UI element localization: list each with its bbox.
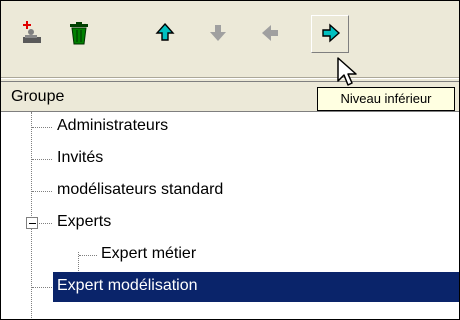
column-header-label: Groupe [11,88,65,105]
group-tree[interactable]: Groupe Administrateurs Invités modélisat… [1,81,459,319]
arrow-right-icon [322,23,341,43]
tree-item-label: Experts [57,213,112,230]
tree-item-label: Invités [57,149,104,166]
tree-branch-line [32,191,52,192]
add-user-button[interactable] [13,15,51,53]
arrow-down-icon [210,25,226,41]
tree-branch-line [79,255,97,256]
add-user-icon [23,21,41,43]
mouse-cursor-icon [337,57,357,86]
tree-item-expert-modelisation[interactable]: Expert modélisation [1,272,459,302]
minus-icon [29,223,36,224]
move-down-button[interactable] [199,15,237,53]
arrow-up-icon [155,22,175,41]
tree-item-modelisateurs-standard[interactable]: modélisateurs standard [1,176,459,206]
move-up-button[interactable] [146,15,184,53]
tree-item-administrateurs[interactable]: Administrateurs [1,112,459,142]
tree-branch-line [32,127,52,128]
window: Groupe Administrateurs Invités modélisat… [0,0,460,320]
tooltip: Niveau inférieur [317,87,455,111]
arrow-left-icon [262,25,278,41]
tree-branch-line [32,287,52,288]
tree-item-label: Expert modélisation [57,277,198,294]
tree-branch-line [32,159,52,160]
tree-branch-line [39,223,52,224]
tree-item-experts[interactable]: Experts [1,208,459,238]
collapse-toggle[interactable] [26,217,38,229]
trash-icon [70,22,88,45]
move-right-button[interactable] [311,15,349,53]
toolbar [1,1,459,77]
tree-item-label: Administrateurs [57,117,169,134]
tree-item-label: modélisateurs standard [57,181,224,198]
move-left-button[interactable] [252,15,290,53]
tree-item-invites[interactable]: Invités [1,144,459,174]
tree-item-label: Expert métier [101,245,197,262]
tree-item-expert-metier[interactable]: Expert métier [1,240,459,270]
toolbar-separator [1,77,459,79]
delete-button[interactable] [60,15,98,53]
